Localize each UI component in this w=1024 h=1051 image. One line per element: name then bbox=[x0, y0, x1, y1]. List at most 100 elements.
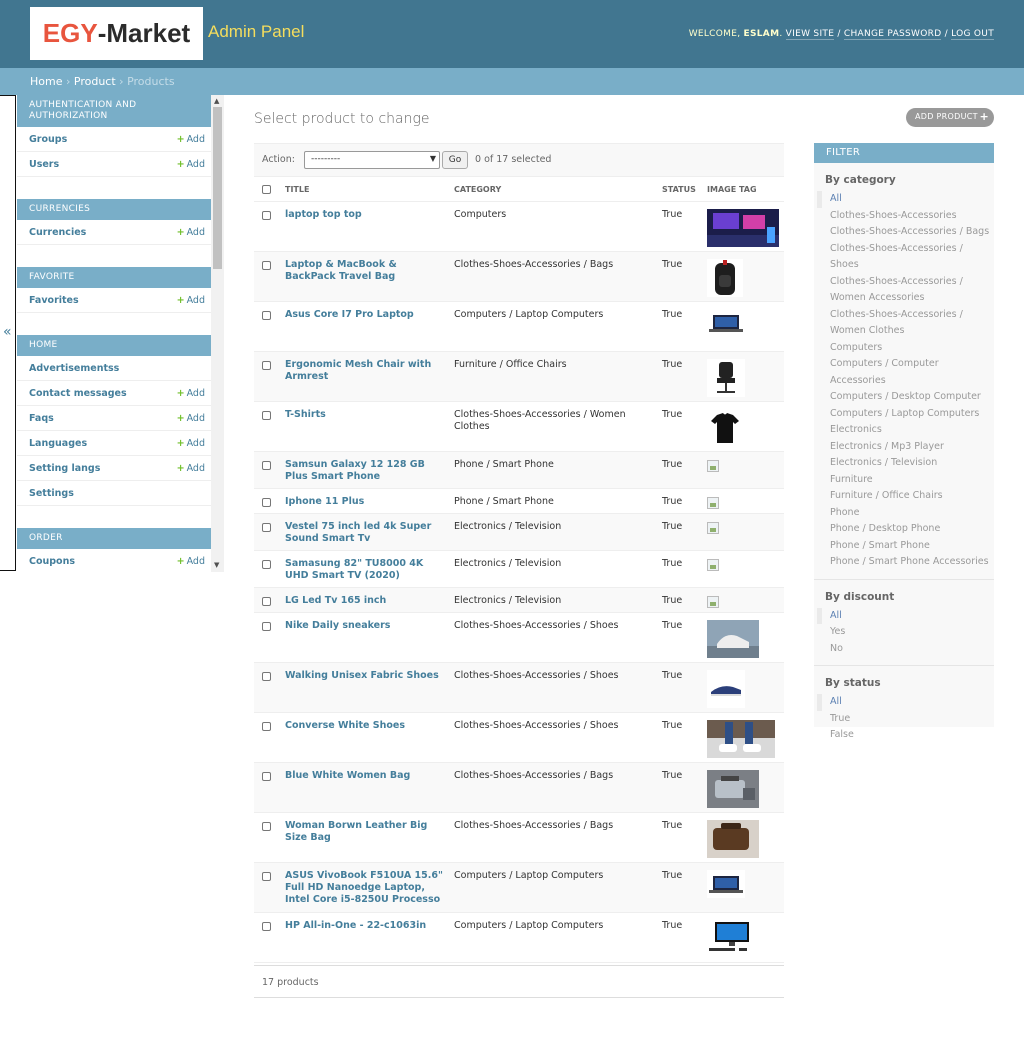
breadcrumb-home[interactable]: Home bbox=[30, 75, 62, 88]
filter-option[interactable]: Clothes-Shoes-Accessories bbox=[817, 208, 994, 225]
module-caption[interactable]: ORDER bbox=[17, 528, 211, 549]
add-favorites-link[interactable]: + Add bbox=[177, 295, 205, 306]
add-groups-link[interactable]: + Add bbox=[177, 134, 205, 145]
filter-option[interactable]: No bbox=[817, 641, 994, 658]
sidebar-item-label[interactable]: Languages bbox=[29, 438, 87, 449]
row-checkbox[interactable] bbox=[262, 722, 271, 731]
add-product-button[interactable]: ADD PRODUCT + bbox=[906, 108, 994, 127]
module-caption[interactable]: HOME bbox=[17, 335, 211, 356]
module-caption[interactable]: FAVORITE bbox=[17, 267, 211, 288]
product-title-link[interactable]: laptop top top bbox=[285, 209, 454, 221]
add-users-link[interactable]: + Add bbox=[177, 159, 205, 170]
sidebar-item-label[interactable]: Advertisementss bbox=[29, 363, 119, 374]
change-password-link[interactable]: CHANGE PASSWORD bbox=[843, 29, 942, 40]
product-title-link[interactable]: Walking Unisex Fabric Shoes bbox=[285, 670, 454, 682]
product-title-link[interactable]: Vestel 75 inch led 4k Super Sound Smart … bbox=[285, 521, 454, 545]
sidebar-item-label[interactable]: Groups bbox=[29, 134, 67, 145]
product-title-link[interactable]: Nike Daily sneakers bbox=[285, 620, 454, 632]
filter-option[interactable]: All bbox=[817, 191, 994, 208]
go-button[interactable]: Go bbox=[442, 151, 468, 169]
sidebar-item-label[interactable]: Coupons bbox=[29, 556, 75, 567]
row-checkbox[interactable] bbox=[262, 523, 271, 532]
add-currencies-link[interactable]: + Add bbox=[177, 227, 205, 238]
filter-option[interactable]: Clothes-Shoes-Accessories / Women Access… bbox=[817, 274, 994, 307]
row-checkbox[interactable] bbox=[262, 461, 271, 470]
filter-option[interactable]: True bbox=[817, 711, 994, 728]
column-category[interactable]: CATEGORY bbox=[454, 176, 662, 202]
row-checkbox[interactable] bbox=[262, 597, 271, 606]
product-title-link[interactable]: Ergonomic Mesh Chair with Armrest bbox=[285, 359, 454, 383]
row-checkbox[interactable] bbox=[262, 211, 271, 220]
sidebar-item-label[interactable]: Users bbox=[29, 159, 59, 170]
filter-option[interactable]: Clothes-Shoes-Accessories / Bags bbox=[817, 224, 994, 241]
filter-option[interactable]: All bbox=[817, 694, 994, 711]
filter-option[interactable]: Phone bbox=[817, 505, 994, 522]
row-checkbox[interactable] bbox=[262, 411, 271, 420]
add-contact-messages-link[interactable]: + Add bbox=[177, 388, 205, 399]
sidebar-item-label[interactable]: Currencies bbox=[29, 227, 86, 238]
row-checkbox[interactable] bbox=[262, 822, 271, 831]
add-languages-link[interactable]: + Add bbox=[177, 438, 205, 449]
product-title-link[interactable]: Iphone 11 Plus bbox=[285, 496, 454, 508]
scroll-down-arrow-icon[interactable]: ▼ bbox=[214, 561, 219, 569]
sidebar-item-label[interactable]: Contact messages bbox=[29, 388, 127, 399]
filter-option[interactable]: Computers bbox=[817, 340, 994, 357]
filter-option[interactable]: Yes bbox=[817, 624, 994, 641]
filter-option[interactable]: Furniture bbox=[817, 472, 994, 489]
row-checkbox[interactable] bbox=[262, 922, 271, 931]
filter-option[interactable]: Computers / Laptop Computers bbox=[817, 406, 994, 423]
scroll-up-arrow-icon[interactable]: ▲ bbox=[214, 97, 219, 105]
product-title-link[interactable]: T-Shirts bbox=[285, 409, 454, 421]
filter-option[interactable]: False bbox=[817, 727, 994, 744]
filter-option[interactable]: Computers / Desktop Computer bbox=[817, 389, 994, 406]
product-title-link[interactable]: HP All-in-One - 22-c1063in bbox=[285, 920, 454, 932]
sidebar-item-label[interactable]: Settings bbox=[29, 488, 74, 499]
product-title-link[interactable]: Laptop & MacBook & BackPack Travel Bag bbox=[285, 259, 454, 283]
row-checkbox[interactable] bbox=[262, 622, 271, 631]
product-title-link[interactable]: Asus Core I7 Pro Laptop bbox=[285, 309, 454, 321]
sidebar-toggle-button[interactable]: « bbox=[0, 95, 16, 571]
product-title-link[interactable]: Converse White Shoes bbox=[285, 720, 454, 732]
product-title-link[interactable]: Woman Borwn Leather Big Size Bag bbox=[285, 820, 454, 844]
filter-option[interactable]: Electronics / Television bbox=[817, 455, 994, 472]
row-checkbox[interactable] bbox=[262, 361, 271, 370]
row-checkbox[interactable] bbox=[262, 772, 271, 781]
row-checkbox[interactable] bbox=[262, 311, 271, 320]
site-logo[interactable]: EGY -Market bbox=[30, 7, 203, 60]
product-title-link[interactable]: Samasung 82" TU8000 4K UHD Smart TV (202… bbox=[285, 558, 454, 582]
filter-option[interactable]: Phone / Smart Phone Accessories bbox=[817, 554, 994, 571]
view-site-link[interactable]: VIEW SITE bbox=[785, 29, 835, 40]
sidebar-item-label[interactable]: Faqs bbox=[29, 413, 54, 424]
sidebar-item-label[interactable]: Favorites bbox=[29, 295, 79, 306]
add-setting-langs-link[interactable]: + Add bbox=[177, 463, 205, 474]
product-title-link[interactable]: LG Led Tv 165 inch bbox=[285, 595, 454, 607]
add-coupons-link[interactable]: + Add bbox=[177, 556, 205, 567]
row-checkbox[interactable] bbox=[262, 560, 271, 569]
filter-option[interactable]: Clothes-Shoes-Accessories / Shoes bbox=[817, 241, 994, 274]
filter-option[interactable]: Phone / Desktop Phone bbox=[817, 521, 994, 538]
filter-option[interactable]: Phone / Smart Phone bbox=[817, 538, 994, 555]
sidebar-item-label[interactable]: Setting langs bbox=[29, 463, 100, 474]
product-title-link[interactable]: Samsun Galaxy 12 128 GB Plus Smart Phone bbox=[285, 459, 454, 483]
breadcrumb-product[interactable]: Product bbox=[74, 75, 116, 88]
filter-option[interactable]: Clothes-Shoes-Accessories / Women Clothe… bbox=[817, 307, 994, 340]
row-checkbox[interactable] bbox=[262, 498, 271, 507]
filter-option[interactable]: Electronics / Mp3 Player bbox=[817, 439, 994, 456]
filter-option[interactable]: All bbox=[817, 607, 994, 624]
action-select[interactable]: --------- ▼ bbox=[304, 151, 440, 169]
row-checkbox[interactable] bbox=[262, 261, 271, 270]
product-title-link[interactable]: ASUS VivoBook F510UA 15.6" Full HD Nanoe… bbox=[285, 870, 454, 906]
column-status[interactable]: STATUS bbox=[662, 176, 707, 202]
product-title-link[interactable]: Blue White Women Bag bbox=[285, 770, 454, 782]
row-checkbox[interactable] bbox=[262, 672, 271, 681]
column-title[interactable]: TITLE bbox=[285, 176, 454, 202]
row-checkbox[interactable] bbox=[262, 872, 271, 881]
filter-option[interactable]: Furniture / Office Chairs bbox=[817, 488, 994, 505]
filter-option[interactable]: Computers / Computer Accessories bbox=[817, 356, 994, 389]
log-out-link[interactable]: LOG OUT bbox=[951, 29, 994, 40]
add-faqs-link[interactable]: + Add bbox=[177, 413, 205, 424]
sidebar-scrollbar-thumb[interactable] bbox=[213, 107, 222, 269]
module-caption[interactable]: AUTHENTICATION AND AUTHORIZATION bbox=[17, 95, 211, 127]
filter-option[interactable]: Electronics bbox=[817, 422, 994, 439]
select-all-checkbox[interactable] bbox=[262, 184, 271, 194]
